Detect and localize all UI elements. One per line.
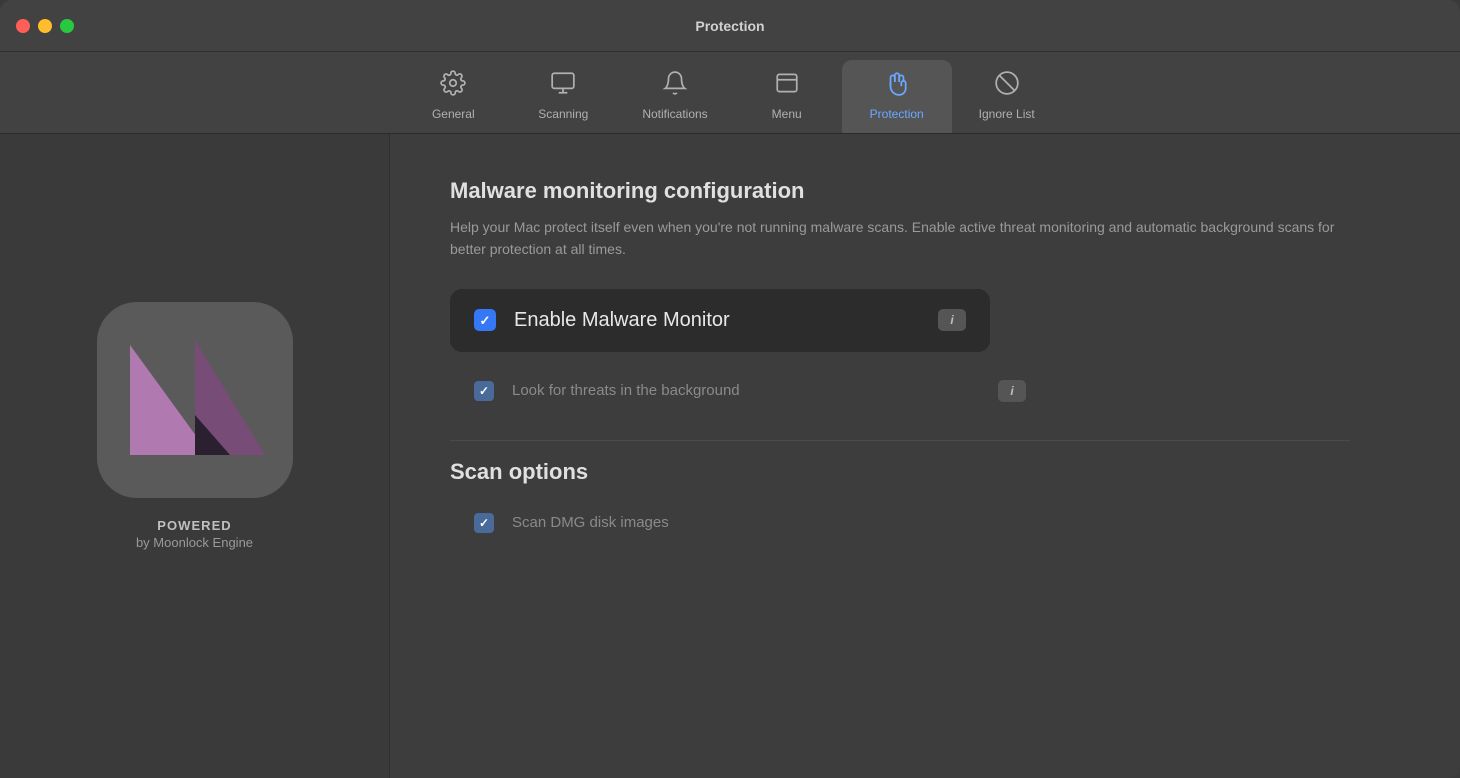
powered-label: POWERED [136, 518, 253, 533]
checkmark-icon: ✓ [480, 314, 491, 327]
checkmark-icon-3: ✓ [479, 517, 489, 529]
tab-protection[interactable]: Protection [842, 60, 952, 133]
toolbar: General Scanning Notifications [0, 52, 1460, 134]
tab-menu[interactable]: Menu [732, 60, 842, 133]
section-description: Help your Mac protect itself even when y… [450, 216, 1350, 261]
tab-scanning-label: Scanning [538, 107, 588, 121]
tab-menu-label: Menu [772, 107, 802, 121]
window-title: Protection [695, 18, 764, 34]
look-for-threats-info-badge[interactable]: i [998, 380, 1026, 402]
main-panel: Malware monitoring configuration Help yo… [390, 134, 1460, 778]
scan-dmg-checkbox[interactable]: ✓ [474, 513, 494, 533]
app-window: Protection General Scanning [0, 0, 1460, 778]
info-icon-2: i [1010, 384, 1013, 398]
enable-malware-monitor-label: Enable Malware Monitor [514, 309, 920, 332]
enable-malware-monitor-row[interactable]: ✓ Enable Malware Monitor i [450, 289, 990, 352]
section-title: Malware monitoring configuration [450, 178, 1400, 204]
info-icon: i [950, 313, 953, 327]
sidebar: POWERED by Moonlock Engine [0, 134, 390, 778]
look-for-threats-row[interactable]: ✓ Look for threats in the background i [450, 368, 1050, 414]
tab-general-label: General [432, 107, 475, 121]
tab-notifications[interactable]: Notifications [618, 60, 731, 133]
menu-icon [774, 70, 800, 101]
hand-icon [884, 70, 910, 101]
fullscreen-button[interactable] [60, 19, 74, 33]
checkmark-icon-2: ✓ [479, 385, 489, 397]
section-divider [450, 440, 1350, 441]
tab-scanning[interactable]: Scanning [508, 60, 618, 133]
scan-options-title: Scan options [450, 459, 1400, 485]
look-for-threats-label: Look for threats in the background [512, 382, 980, 399]
content-area: POWERED by Moonlock Engine Malware monit… [0, 134, 1460, 778]
minimize-button[interactable] [38, 19, 52, 33]
app-icon [97, 302, 293, 498]
tab-general[interactable]: General [398, 60, 508, 133]
sidebar-powered: POWERED by Moonlock Engine [136, 518, 253, 550]
app-logo-svg [115, 325, 275, 475]
tab-ignore-list-label: Ignore List [979, 107, 1035, 121]
scan-dmg-label: Scan DMG disk images [512, 514, 1026, 531]
bell-icon [662, 70, 688, 101]
enable-malware-monitor-info-badge[interactable]: i [938, 309, 966, 331]
window-controls [16, 19, 74, 33]
tab-protection-label: Protection [870, 107, 924, 121]
tab-ignore-list[interactable]: Ignore List [952, 60, 1062, 133]
close-button[interactable] [16, 19, 30, 33]
tab-notifications-label: Notifications [642, 107, 707, 121]
ignore-icon [994, 70, 1020, 101]
scan-dmg-row[interactable]: ✓ Scan DMG disk images [450, 501, 1050, 545]
engine-label: by Moonlock Engine [136, 535, 253, 550]
titlebar: Protection [0, 0, 1460, 52]
monitor-icon [550, 70, 576, 101]
gear-icon [440, 70, 466, 101]
enable-malware-monitor-checkbox[interactable]: ✓ [474, 309, 496, 331]
look-for-threats-checkbox[interactable]: ✓ [474, 381, 494, 401]
